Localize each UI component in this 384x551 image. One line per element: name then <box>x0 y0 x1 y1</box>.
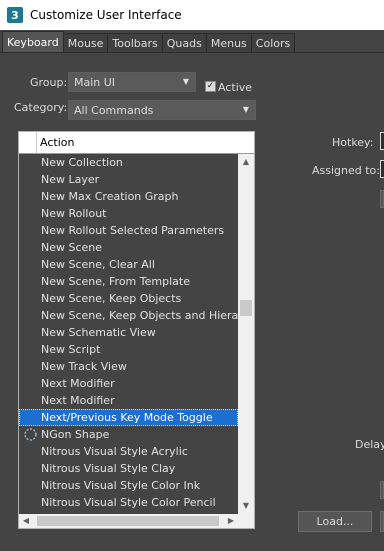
header-sort-cell <box>19 132 37 153</box>
action-item-label: Nitrous Visual Style Acrylic <box>41 445 188 458</box>
action-item-label: New Layer <box>41 173 100 186</box>
action-list-item[interactable]: New Scene, Clear All <box>19 256 238 273</box>
action-list-item[interactable]: Nitrous Visual Style Acrylic <box>19 443 238 460</box>
hotkey-field[interactable] <box>380 132 384 150</box>
action-list-item[interactable]: New Script <box>19 341 238 358</box>
action-list-item[interactable]: Next Modifier <box>19 392 238 409</box>
action-item-label: New Collection <box>41 156 123 169</box>
action-item-label: New Scene <box>41 241 103 254</box>
action-list[interactable]: Action New Collection New Layer New Max Cr… <box>18 131 255 529</box>
horizontal-scrollbar[interactable]: ◀ ▶ <box>19 514 238 528</box>
assigned-to-field[interactable] <box>380 160 384 178</box>
chevron-down-icon: ▼ <box>182 77 189 86</box>
group-dropdown[interactable]: Main UI ▼ <box>68 72 196 92</box>
action-item-label: Nitrous Visual Style Color Pencil <box>41 496 216 509</box>
action-header-label: Action <box>40 136 75 149</box>
action-item-label: New Rollout Selected Parameters <box>41 224 225 237</box>
action-list-item[interactable]: New Schematic View <box>19 324 238 341</box>
tab-toolbars[interactable]: Toolbars <box>107 33 163 53</box>
active-label: Active <box>218 81 253 94</box>
action-list-item[interactable]: Nitrous Visual Style Color Pencil <box>19 494 238 511</box>
category-dropdown-value: All Commands <box>74 103 154 117</box>
scroll-down-icon[interactable]: ▼ <box>238 498 254 514</box>
scroll-left-icon[interactable]: ◀ <box>19 514 33 528</box>
tab-mouse[interactable]: Mouse <box>62 33 109 53</box>
window-title: Customize User Interface <box>30 8 182 22</box>
hotkey-label: Hotkey: <box>332 136 374 149</box>
action-item-label: Next Modifier <box>41 377 115 390</box>
action-item-label: New Schematic View <box>41 326 156 339</box>
tab-quads[interactable]: Quads <box>161 33 207 53</box>
action-item-label: Next/Previous Key Mode Toggle <box>41 411 213 424</box>
delay-label: Delay <box>355 438 384 451</box>
action-item-label: New Track View <box>41 360 127 373</box>
category-label: Category: <box>14 101 68 114</box>
action-column-header[interactable]: Action <box>19 132 254 154</box>
action-list-item[interactable]: New Collection <box>19 154 238 171</box>
action-item-label: New Scene, From Template <box>41 275 190 288</box>
action-list-item[interactable]: New Max Creation Graph <box>19 188 238 205</box>
group-label: Group: <box>30 76 68 89</box>
action-list-item[interactable]: New Track View <box>19 358 238 375</box>
action-list-item[interactable]: New Layer <box>19 171 238 188</box>
action-item-label: Nitrous Visual Style Color Ink <box>41 479 201 492</box>
action-item-label: New Scene, Keep Objects and Hierar <box>41 309 238 322</box>
action-item-label: New Scene, Clear All <box>41 258 155 271</box>
action-list-item[interactable]: New Scene, From Template <box>19 273 238 290</box>
action-list-item[interactable]: Next/Previous Key Mode Toggle <box>19 409 238 426</box>
assign-button[interactable] <box>380 190 384 208</box>
load-button[interactable]: Load... <box>298 511 372 532</box>
action-list-item[interactable]: New Rollout Selected Parameters <box>19 222 238 239</box>
action-list-item[interactable]: Nitrous Visual Style Clay <box>19 460 238 477</box>
action-item-label: Next Modifier <box>41 394 115 407</box>
tab-panel-border <box>0 52 384 53</box>
active-checkbox[interactable]: ✓ <box>205 81 216 92</box>
tab-keyboard[interactable]: Keyboard <box>2 31 64 53</box>
action-list-item[interactable]: Next Modifier <box>19 375 238 392</box>
vertical-scrollbar[interactable]: ▲ ▼ <box>238 154 254 514</box>
action-list-item[interactable]: New Scene, Keep Objects <box>19 290 238 307</box>
action-list-item[interactable]: NGon Shape <box>19 426 238 443</box>
action-item-label: NGon Shape <box>41 428 110 441</box>
right-edge-button[interactable] <box>380 481 384 499</box>
tab-colors[interactable]: Colors <box>250 33 296 53</box>
ngon-shape-icon <box>24 428 37 441</box>
tab-menus[interactable]: Menus <box>205 33 252 53</box>
action-item-label: New Rollout <box>41 207 107 220</box>
tab-bar: Keyboard Mouse Toolbars Quads Menus Colo… <box>0 31 384 53</box>
action-list-item[interactable]: New Scene <box>19 239 238 256</box>
action-item-label: New Max Creation Graph <box>41 190 179 203</box>
action-list-item[interactable]: New Scene, Keep Objects and Hierar <box>19 307 238 324</box>
scroll-right-icon[interactable]: ▶ <box>224 514 238 528</box>
save-button-edge[interactable] <box>380 511 384 532</box>
group-dropdown-value: Main UI <box>74 75 116 89</box>
action-list-item[interactable]: New Rollout <box>19 205 238 222</box>
action-item-label: New Script <box>41 343 101 356</box>
scrollbar-corner <box>238 514 254 528</box>
scroll-up-icon[interactable]: ▲ <box>238 154 254 170</box>
vertical-scroll-thumb[interactable] <box>240 300 252 316</box>
horizontal-scroll-thumb[interactable] <box>37 516 219 526</box>
action-item-label: New Scene, Keep Objects <box>41 292 182 305</box>
assigned-to-label: Assigned to: <box>312 164 380 177</box>
title-bar: 3 Customize User Interface <box>0 0 384 30</box>
action-list-item[interactable]: Nitrous Visual Style Color Ink <box>19 477 238 494</box>
chevron-down-icon: ▼ <box>242 105 249 114</box>
action-rows: New Collection New Layer New Max Creation … <box>19 154 238 514</box>
action-item-label: Nitrous Visual Style Clay <box>41 462 176 475</box>
app-3dsmax-icon: 3 <box>7 7 23 23</box>
category-dropdown[interactable]: All Commands ▼ <box>68 100 256 120</box>
